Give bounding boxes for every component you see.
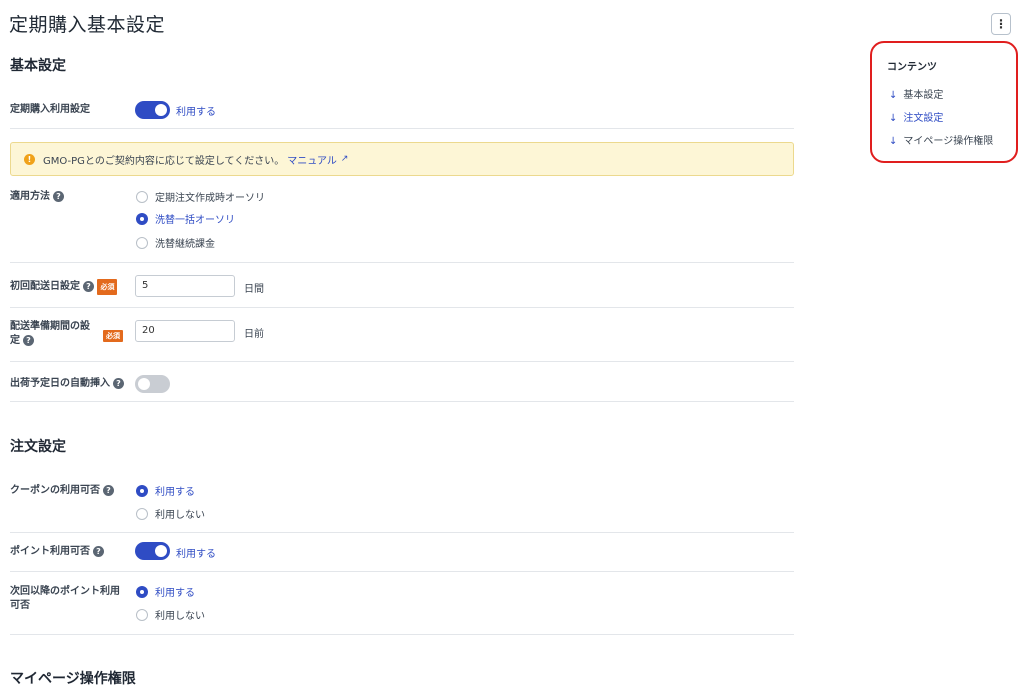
notice-banner: ! GMO-PGとのご契約内容に応じて設定してください。 マニュアル ↗: [10, 142, 794, 176]
first-delivery-unit: 日間: [244, 284, 264, 295]
auto-ship-date-label: 出荷予定日の自動挿入?: [10, 377, 124, 391]
help-icon[interactable]: ?: [113, 377, 124, 389]
divider: [10, 307, 794, 308]
required-badge: 必須: [97, 279, 118, 295]
coupon-label: クーポンの利用可否?: [10, 484, 114, 498]
toc-item-basic[interactable]: ↓ 基本設定: [889, 86, 943, 101]
page-title: 定期購入基本設定: [9, 14, 166, 36]
manual-link[interactable]: マニュアル: [287, 152, 337, 167]
prep-period-input[interactable]: 20: [135, 320, 235, 342]
toc-item-mypage[interactable]: ↓ マイページ操作権限: [889, 132, 993, 147]
point-use-toggle[interactable]: [135, 542, 170, 560]
coupon-option-use[interactable]: 利用する: [136, 483, 195, 498]
coupon-option-no-use[interactable]: 利用しない: [136, 506, 205, 521]
apply-method-option-1[interactable]: 定期注文作成時オーソリ: [136, 189, 265, 204]
notice-text: GMO-PGとのご契約内容に応じて設定してください。: [43, 155, 285, 167]
divider: [10, 532, 794, 533]
help-icon[interactable]: ?: [83, 280, 94, 292]
divider: [10, 401, 794, 402]
help-icon[interactable]: ?: [93, 545, 104, 557]
first-delivery-input[interactable]: 5: [135, 275, 235, 297]
subscription-use-toggle-label: 利用する: [176, 107, 216, 118]
kebab-icon: ⋮: [995, 17, 1007, 31]
external-link-icon[interactable]: ↗: [341, 154, 349, 164]
section-title-basic: 基本設定: [10, 58, 66, 74]
next-point-option-use[interactable]: 利用する: [136, 584, 195, 599]
prep-period-unit: 日前: [244, 329, 264, 340]
auto-ship-date-toggle[interactable]: [135, 375, 170, 393]
contents-title: コンテンツ: [887, 62, 937, 73]
warning-icon: !: [24, 153, 35, 165]
divider: [10, 361, 794, 362]
apply-method-label: 適用方法?: [10, 190, 64, 204]
first-delivery-label: 初回配送日設定? 必須: [10, 279, 118, 295]
next-point-option-no-use[interactable]: 利用しない: [136, 607, 205, 622]
next-point-label: 次回以降のポイント利用 可否: [10, 586, 120, 611]
section-title-order: 注文設定: [10, 439, 66, 455]
arrow-down-icon: ↓: [889, 136, 898, 147]
apply-method-option-2[interactable]: 洗替一括オーソリ: [136, 211, 235, 226]
point-use-toggle-label: 利用する: [176, 549, 216, 560]
divider: [10, 128, 794, 129]
divider: [10, 571, 794, 572]
more-menu-button[interactable]: ⋮: [991, 13, 1011, 35]
prep-period-label: 配送準備期間の設定?: [10, 321, 90, 346]
help-icon[interactable]: ?: [53, 190, 64, 202]
subscription-use-label: 定期購入利用設定: [10, 104, 90, 115]
point-use-label: ポイント利用可否?: [10, 545, 104, 559]
toc-item-order[interactable]: ↓ 注文設定: [889, 109, 943, 124]
divider: [10, 634, 794, 635]
arrow-down-icon: ↓: [889, 113, 898, 124]
section-title-mypage: マイページ操作権限: [10, 671, 136, 687]
arrow-down-icon: ↓: [889, 90, 898, 101]
apply-method-option-3[interactable]: 洗替継続課金: [136, 235, 215, 250]
subscription-use-toggle[interactable]: [135, 101, 170, 119]
required-badge: 必須: [103, 330, 123, 342]
help-icon[interactable]: ?: [103, 484, 114, 496]
help-icon[interactable]: ?: [23, 334, 34, 346]
divider: [10, 262, 794, 263]
